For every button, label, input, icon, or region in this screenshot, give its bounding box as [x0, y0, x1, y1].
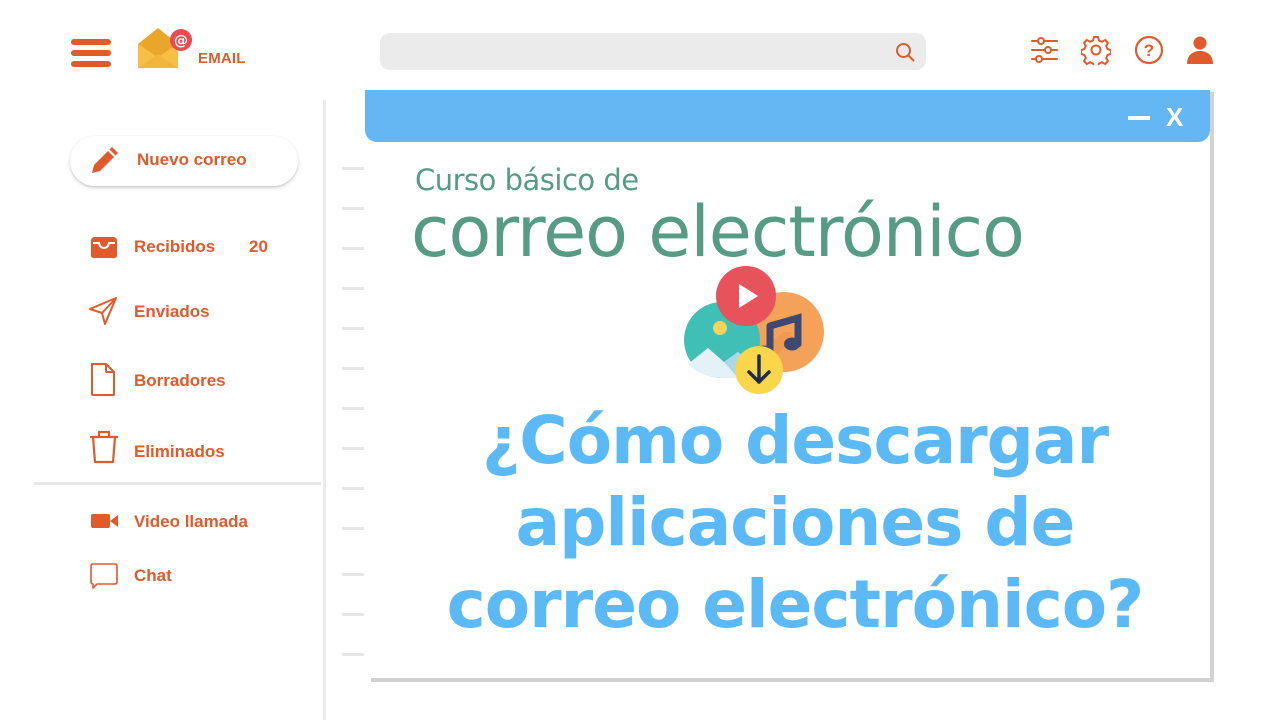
unread-count-badge: 20 — [249, 237, 268, 256]
line-marker — [342, 527, 364, 530]
pencil-icon — [92, 147, 118, 173]
line-marker — [342, 573, 364, 576]
trash-icon — [90, 430, 118, 464]
send-icon — [89, 297, 117, 325]
svg-text:?: ? — [1144, 41, 1154, 60]
line-marker — [342, 653, 364, 656]
sidebar-border — [323, 100, 326, 720]
close-button[interactable]: X — [1166, 102, 1183, 132]
sidebar-item-label: Eliminados — [134, 442, 225, 461]
sidebar-item-label: Recibidos — [134, 237, 216, 256]
search-bar[interactable] — [380, 33, 926, 70]
sidebar-item-label: Enviados — [134, 302, 210, 321]
filters-icon[interactable] — [1030, 35, 1060, 65]
logo-text: EMAIL — [198, 50, 246, 67]
sidebar-item-recibidos[interactable]: Recibidos 20 — [88, 229, 308, 263]
sidebar-item-chat[interactable]: Chat — [88, 558, 308, 592]
window-titlebar[interactable] — [365, 90, 1210, 142]
headline: ¿Cómo descargar aplicaciones de correo e… — [380, 400, 1210, 646]
media-download-icon — [684, 266, 824, 394]
sidebar-item-video-llamada[interactable]: Video llamada — [88, 504, 308, 538]
line-marker — [342, 327, 364, 330]
hamburger-bar — [71, 61, 111, 67]
email-logo-icon: @ — [138, 28, 192, 68]
line-marker — [342, 287, 364, 290]
headline-line: aplicaciones de — [515, 484, 1076, 561]
sidebar-item-label: Video llamada — [134, 512, 249, 531]
search-icon[interactable] — [894, 41, 916, 63]
minimize-button[interactable] — [1128, 116, 1150, 120]
line-marker — [342, 487, 364, 490]
new-email-label: Nuevo correo — [137, 150, 247, 169]
line-marker — [342, 613, 364, 616]
sidebar-item-label: Chat — [134, 566, 172, 585]
sidebar-item-enviados[interactable]: Enviados — [88, 294, 308, 328]
line-marker — [342, 167, 364, 170]
menu-button[interactable] — [71, 39, 111, 67]
line-marker — [342, 447, 364, 450]
sidebar-item-borradores[interactable]: Borradores — [88, 363, 308, 397]
sidebar-divider — [34, 482, 321, 485]
headline-line: ¿Cómo descargar — [482, 402, 1109, 479]
line-marker — [342, 367, 364, 370]
headline-line: correo electrónico? — [446, 566, 1145, 643]
search-input[interactable] — [394, 33, 884, 70]
hamburger-bar — [71, 39, 111, 45]
course-title: correo electrónico — [411, 191, 1025, 273]
line-marker — [342, 207, 364, 210]
svg-text:@: @ — [174, 33, 188, 49]
draft-icon — [91, 363, 115, 396]
line-marker — [342, 247, 364, 250]
video-icon — [91, 514, 118, 528]
line-marker — [342, 407, 364, 410]
sidebar-item-eliminados[interactable]: Eliminados — [88, 430, 308, 468]
window-border-right — [1210, 92, 1214, 682]
inbox-icon — [91, 237, 117, 258]
window-border-bottom — [371, 678, 1214, 682]
sidebar-item-label: Borradores — [134, 371, 226, 390]
chat-icon — [90, 563, 118, 589]
new-email-button[interactable]: Nuevo correo — [70, 136, 298, 186]
user-icon[interactable] — [1185, 35, 1215, 65]
settings-icon[interactable] — [1081, 35, 1111, 65]
help-icon[interactable]: ? — [1134, 35, 1164, 65]
hamburger-bar — [71, 50, 111, 56]
